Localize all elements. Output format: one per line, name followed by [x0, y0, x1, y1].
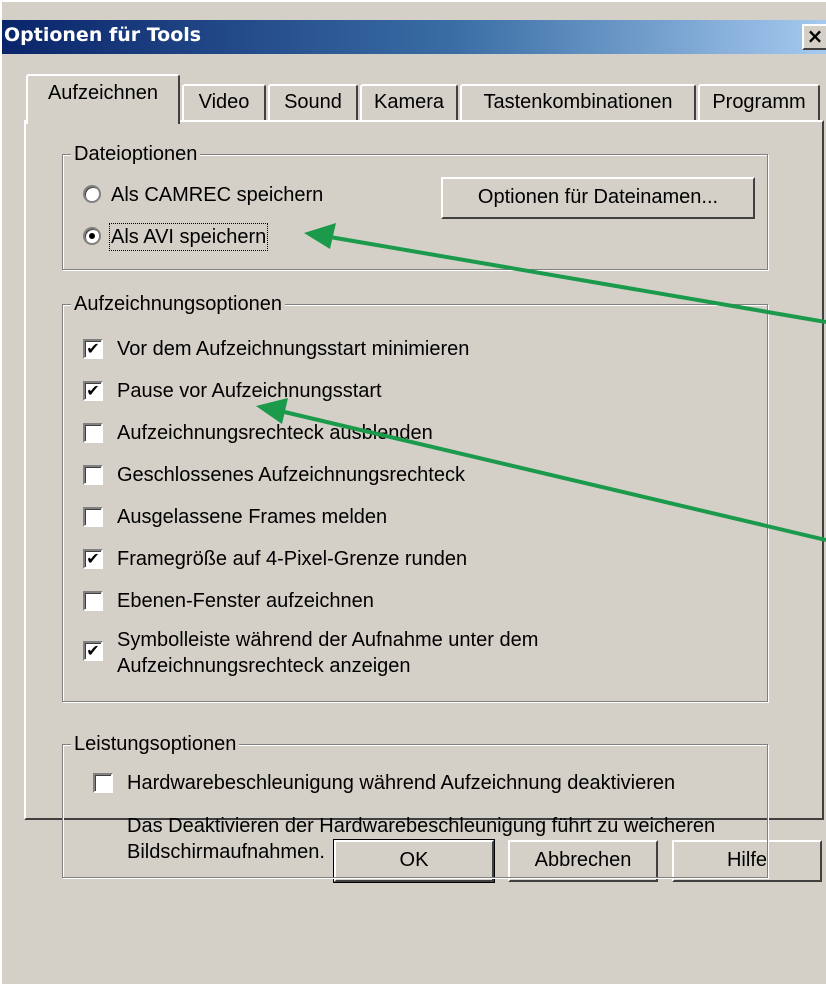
tab-kamera[interactable]: Kamera: [360, 84, 458, 122]
title-bar[interactable]: Optionen für Tools ×: [2, 20, 826, 54]
recording-options-group: Aufzeichnungsoptionen ✔ Vor dem Aufzeich…: [62, 292, 768, 702]
close-button[interactable]: ×: [802, 24, 826, 50]
checkbox-dropped-frames-label[interactable]: Ausgelassene Frames melden: [117, 505, 387, 529]
checkbox-pause[interactable]: ✔: [83, 381, 103, 401]
checkbox-minimize-label[interactable]: Vor dem Aufzeichnungsstart minimieren: [117, 337, 469, 361]
checkbox-round-frame[interactable]: ✔: [83, 549, 103, 569]
checkbox-closed-rect[interactable]: [83, 465, 103, 485]
checkbox-layered-windows[interactable]: [83, 591, 103, 611]
tab-video[interactable]: Video: [182, 84, 266, 122]
filename-options-button[interactable]: Optionen für Dateinamen...: [441, 177, 755, 219]
performance-options-group: Leistungsoptionen Hardwarebeschleunigung…: [62, 732, 768, 878]
checkbox-dropped-frames[interactable]: [83, 507, 103, 527]
radio-avi-label[interactable]: Als AVI speichern: [108, 223, 269, 251]
checkbox-toolbar[interactable]: ✔: [83, 641, 103, 661]
checkbox-layered-windows-label[interactable]: Ebenen-Fenster aufzeichnen: [117, 589, 374, 613]
options-dialog: Optionen für Tools × Aufzeichnen Video S…: [0, 0, 826, 984]
checkbox-toolbar-label[interactable]: Symbolleiste während der Aufnahme unter …: [117, 627, 637, 679]
check-mark-icon: ✔: [86, 641, 100, 660]
recording-options-legend: Aufzeichnungsoptionen: [71, 292, 285, 316]
radio-camrec-label[interactable]: Als CAMREC speichern: [111, 183, 323, 207]
tab-panel-aufzeichnen: Dateioptionen Als CAMREC speichern Als A…: [24, 120, 824, 878]
checkbox-hw-accel-label[interactable]: Hardwarebeschleunigung während Aufzeichn…: [127, 771, 675, 795]
checkbox-hide-rect[interactable]: [83, 423, 103, 443]
check-mark-icon: ✔: [86, 549, 100, 568]
checkbox-hide-rect-label[interactable]: Aufzeichnungsrechteck ausblenden: [117, 421, 433, 445]
check-mark-icon: ✔: [86, 339, 100, 358]
window-title: Optionen für Tools: [4, 24, 202, 46]
radio-camrec[interactable]: [83, 185, 101, 203]
file-options-legend: Dateioptionen: [71, 142, 201, 166]
performance-options-legend: Leistungsoptionen: [71, 732, 240, 756]
file-options-group: Dateioptionen Als CAMREC speichern Als A…: [62, 142, 768, 270]
checkbox-round-frame-label[interactable]: Framegröße auf 4-Pixel-Grenze runden: [117, 547, 467, 571]
tab-sound[interactable]: Sound: [268, 84, 358, 122]
radio-avi[interactable]: [83, 227, 101, 245]
checkbox-minimize[interactable]: ✔: [83, 339, 103, 359]
check-mark-icon: ✔: [86, 381, 100, 400]
hw-accel-description: Das Deaktivieren der Hardwarebeschleunig…: [127, 815, 716, 863]
checkbox-pause-label[interactable]: Pause vor Aufzeichnungsstart: [117, 379, 382, 403]
checkbox-closed-rect-label[interactable]: Geschlossenes Aufzeichnungsrechteck: [117, 463, 465, 487]
tab-programm[interactable]: Programm: [698, 84, 820, 122]
tab-aufzeichnen[interactable]: Aufzeichnen: [26, 74, 180, 124]
close-icon: ×: [806, 24, 824, 48]
tab-tastenkombinationen[interactable]: Tastenkombinationen: [460, 84, 696, 122]
checkbox-hw-accel[interactable]: [93, 773, 113, 793]
